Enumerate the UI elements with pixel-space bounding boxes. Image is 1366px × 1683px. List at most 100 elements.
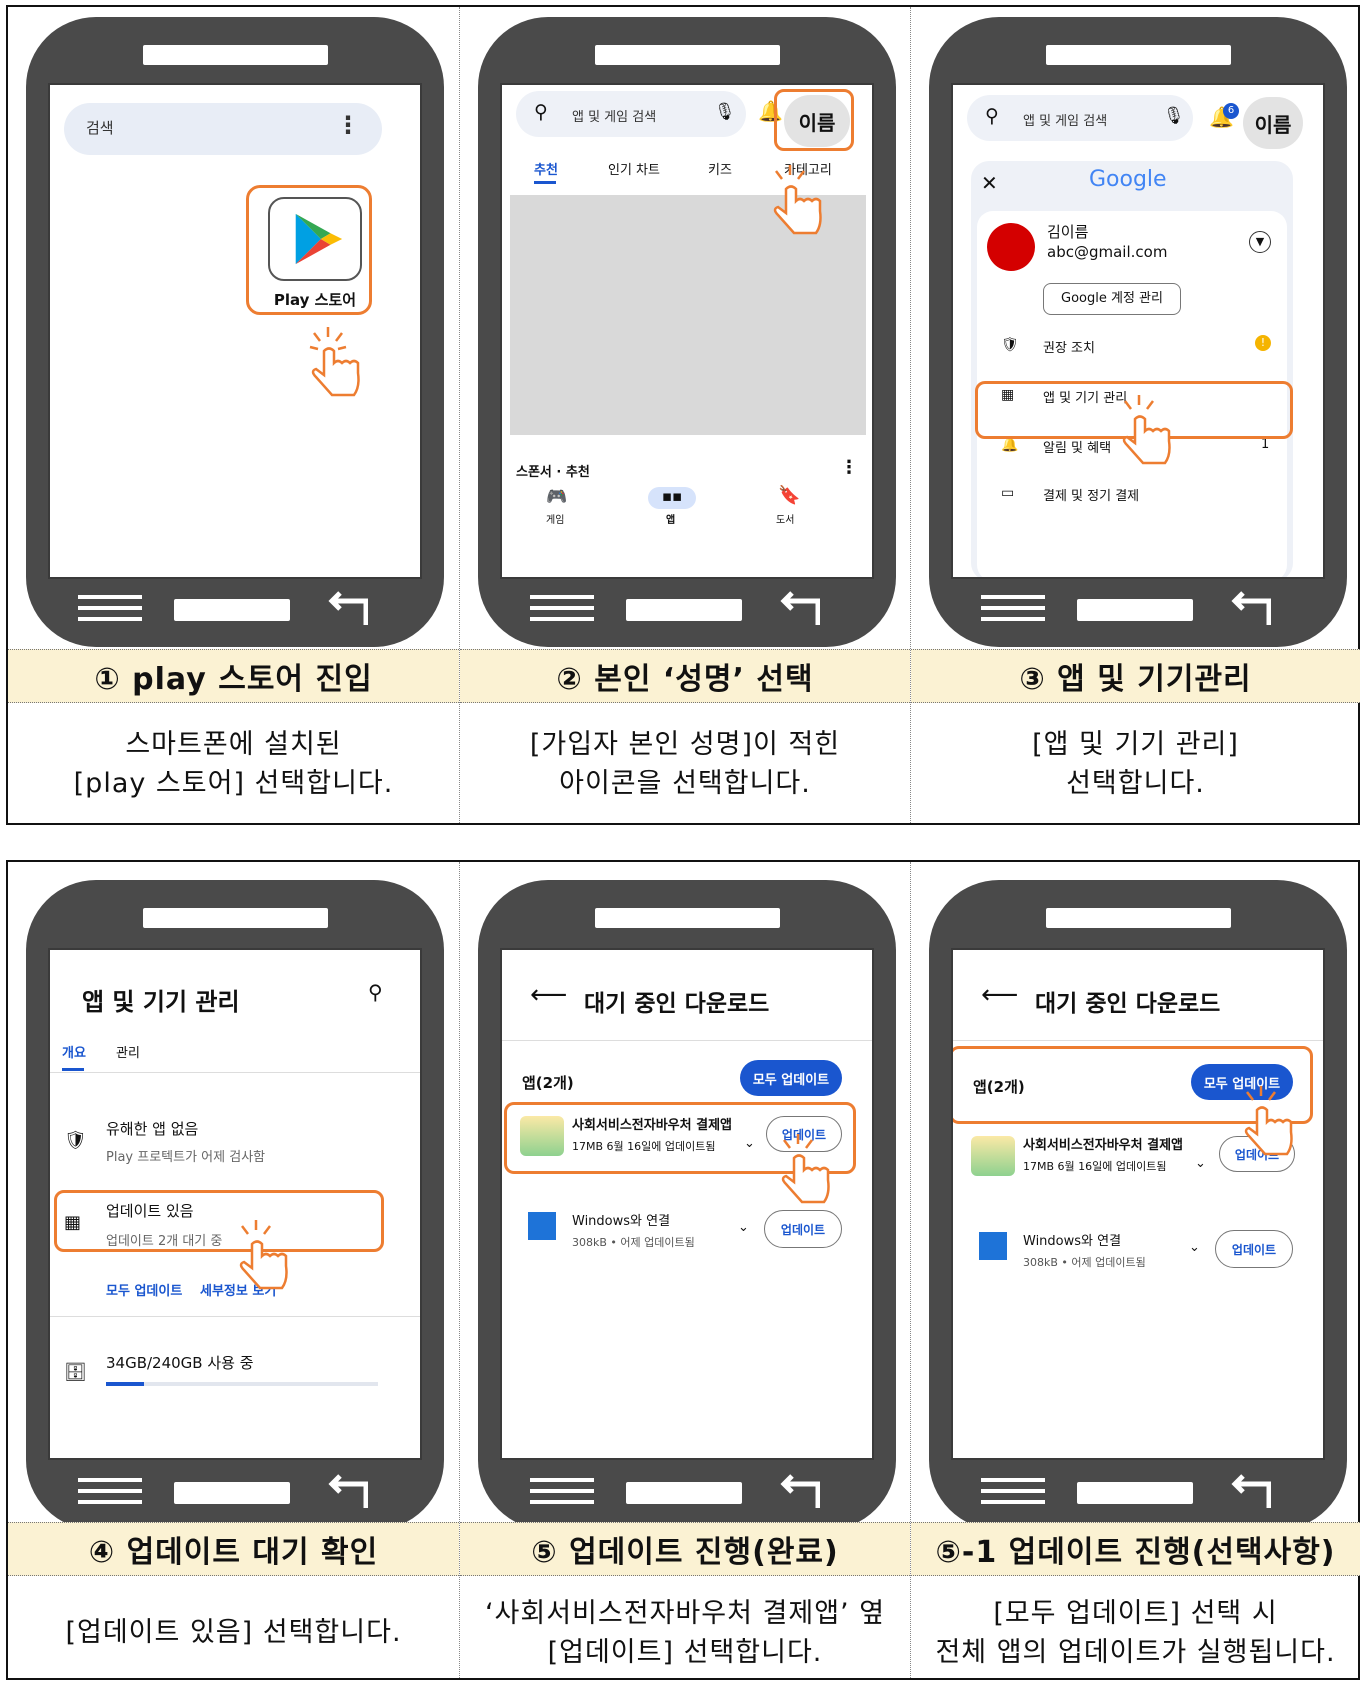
phone-nav-bar <box>981 1472 1301 1512</box>
bottom-nav-books[interactable]: 도서 <box>776 511 794 526</box>
mic-icon[interactable]: 🎙 <box>714 102 736 122</box>
search-icon: ⚲ <box>534 101 548 123</box>
close-icon[interactable]: ✕ <box>981 171 998 195</box>
desc-line: [가입자 본인 성명]이 적힌 <box>529 728 841 760</box>
section-more-icon[interactable]: ⋮ <box>840 457 858 478</box>
nav-home-button[interactable] <box>626 599 742 621</box>
nav-home-button[interactable] <box>174 1482 290 1504</box>
nav-home-button[interactable] <box>174 599 290 621</box>
mic-icon[interactable]: 🎙 <box>1163 106 1185 126</box>
nav-menu-icon[interactable] <box>78 1478 142 1508</box>
tab-kids[interactable]: 키즈 <box>708 159 732 178</box>
menu-notifications[interactable]: 알림 및 혜택 <box>1043 437 1111 456</box>
divider <box>50 1072 420 1073</box>
avatar <box>987 223 1035 271</box>
phone-nav-bar <box>78 1472 398 1512</box>
nav-back-icon[interactable] <box>328 591 369 627</box>
tap-hand-icon <box>781 1134 830 1204</box>
step-description: 스마트폰에 설치된 [play 스토어] 선택합니다. <box>8 705 459 823</box>
notification-badge: 6 <box>1223 103 1239 119</box>
card-icon: ▭ <box>1001 485 1015 501</box>
step-description: [모두 업데이트] 선택 시 전체 앱의 업데이트가 실행됩니다. <box>911 1578 1360 1683</box>
bottom-nav-apps[interactable]: 앱 <box>666 511 675 526</box>
bell-outline-icon: 🔔 <box>1001 437 1019 453</box>
desc-line: [업데이트] 선택합니다. <box>547 1637 823 1668</box>
nav-back-icon[interactable] <box>780 591 821 627</box>
app2-name: Windows와 연결 <box>1023 1234 1122 1249</box>
app2-update-button[interactable]: 업데이트 <box>764 1210 842 1248</box>
phone-frame: ⚲ 앱 및 게임 검색 🎙 🔔 이름 추천 인기 차트 키즈 카테고리 스폰서 … <box>478 17 896 647</box>
menu-recommended-actions[interactable]: 권장 조치 <box>1043 337 1095 356</box>
phone-speaker <box>143 908 328 928</box>
phone-nav-bar <box>530 589 850 629</box>
step-description: [업데이트 있음] 선택합니다. <box>8 1578 459 1683</box>
desc-line: 선택합니다. <box>1066 768 1205 799</box>
nav-home-button[interactable] <box>1077 1482 1193 1504</box>
phone-frame: ⟵ 대기 중인 다운로드 앱(2개) 모두 업데이트 사회서비스전자바우처 결제… <box>478 880 896 1530</box>
update-all-button[interactable]: 모두 업데이트 <box>740 1060 842 1096</box>
nav-home-button[interactable] <box>1077 599 1193 621</box>
nav-menu-icon[interactable] <box>530 1478 594 1508</box>
app2-update-button[interactable]: 업데이트 <box>1215 1230 1293 1268</box>
store-search-bar[interactable]: ⚲ 앱 및 게임 검색 🎙 <box>516 91 746 137</box>
search-icon[interactable]: ⚲ <box>368 980 383 1004</box>
back-arrow-icon[interactable]: ⟵ <box>981 980 1018 1010</box>
search-icon: ⚲ <box>985 105 999 127</box>
link-update-all[interactable]: 모두 업데이트 <box>106 1280 182 1299</box>
manage-account-button[interactable]: Google 계정 관리 <box>1043 283 1181 315</box>
steps-table-top: 검색 ⋮ Play 스토어 ① play 스토어 진입 스마트폰에 설치된 [p… <box>6 5 1360 825</box>
chevron-down-icon[interactable]: ⌄ <box>1189 1240 1200 1255</box>
chevron-down-icon[interactable]: ⌄ <box>1195 1156 1206 1171</box>
home-search-bar[interactable]: 검색 ⋮ <box>64 103 382 155</box>
nav-back-icon[interactable] <box>1231 591 1272 627</box>
tab-overview[interactable]: 개요 <box>62 1042 86 1061</box>
tab-underline <box>62 1068 84 1071</box>
phone-speaker <box>595 45 780 65</box>
phone-screen: ⚲ 앱 및 게임 검색 🎙 🔔 이름 추천 인기 차트 키즈 카테고리 스폰서 … <box>500 83 874 579</box>
item-no-harmful-apps[interactable]: 유해한 앱 없음 <box>106 1118 198 1139</box>
step-description: [앱 및 기기 관리] 선택합니다. <box>911 705 1360 823</box>
tab-recommend[interactable]: 추천 <box>534 159 558 178</box>
nav-menu-icon[interactable] <box>78 595 142 625</box>
desc-line: [play 스토어] 선택합니다. <box>73 768 394 799</box>
apps-icon[interactable]: ▪▪ <box>648 487 696 509</box>
bottom-nav-games[interactable]: 게임 <box>546 511 564 526</box>
sponsored-section-title: 스폰서 · 추천 <box>516 465 590 480</box>
games-icon[interactable]: 🎮 <box>546 487 567 507</box>
app1-meta: 17MB 6월 16일에 업데이트됨 <box>1023 1160 1167 1173</box>
divider <box>953 1040 1323 1041</box>
nav-menu-icon[interactable] <box>981 595 1045 625</box>
nav-back-icon[interactable] <box>328 1474 369 1510</box>
user-email: abc@gmail.com <box>1047 243 1168 261</box>
store-search-placeholder: 앱 및 게임 검색 <box>572 110 657 125</box>
tap-hand-icon <box>239 1220 288 1290</box>
desc-line: 전체 앱의 업데이트가 실행됩니다. <box>935 1637 1336 1668</box>
step-5-cell: ⟵ 대기 중인 다운로드 앱(2개) 모두 업데이트 사회서비스전자바우처 결제… <box>459 862 910 1678</box>
phone-frame: ⚲ 앱 및 게임 검색 🎙 🔔 6 이름 ✕ Google 김이름 abc@gm… <box>929 17 1347 647</box>
menu-payments[interactable]: 결제 및 정기 결제 <box>1043 485 1139 504</box>
tap-hand-icon <box>1244 1086 1293 1156</box>
step-caption: ⑤-1 업데이트 진행(선택사항) <box>911 1522 1360 1576</box>
account-panel: ✕ Google 김이름 abc@gmail.com ▼ Google 계정 관… <box>971 161 1293 577</box>
phone-screen: ⟵ 대기 중인 다운로드 앱(2개) 모두 업데이트 사회서비스전자바우처 결제… <box>951 948 1325 1460</box>
chevron-down-icon[interactable]: ▼ <box>1249 231 1271 253</box>
phone-speaker <box>595 908 780 928</box>
nav-home-button[interactable] <box>626 1482 742 1504</box>
store-search-bar[interactable]: ⚲ 앱 및 게임 검색 🎙 <box>967 95 1193 141</box>
books-icon[interactable]: 🔖 <box>778 485 800 506</box>
divider <box>502 1040 872 1041</box>
tab-manage[interactable]: 관리 <box>116 1042 140 1061</box>
storage-bar <box>106 1382 378 1386</box>
shield-icon: 🛡 <box>1001 337 1019 353</box>
nav-back-icon[interactable] <box>1231 1474 1272 1510</box>
profile-button[interactable]: 이름 <box>1243 97 1303 149</box>
nav-menu-icon[interactable] <box>530 595 594 625</box>
nav-back-icon[interactable] <box>780 1474 821 1510</box>
chevron-down-icon[interactable]: ⌄ <box>738 1220 749 1235</box>
desc-line: [앱 및 기기 관리] <box>1032 728 1239 760</box>
more-vert-icon[interactable]: ⋮ <box>336 111 360 139</box>
nav-menu-icon[interactable] <box>981 1478 1045 1508</box>
back-arrow-icon[interactable]: ⟵ <box>530 980 567 1010</box>
phone-screen: ⚲ 앱 및 게임 검색 🎙 🔔 6 이름 ✕ Google 김이름 abc@gm… <box>951 83 1325 579</box>
tab-top-charts[interactable]: 인기 차트 <box>608 159 660 178</box>
